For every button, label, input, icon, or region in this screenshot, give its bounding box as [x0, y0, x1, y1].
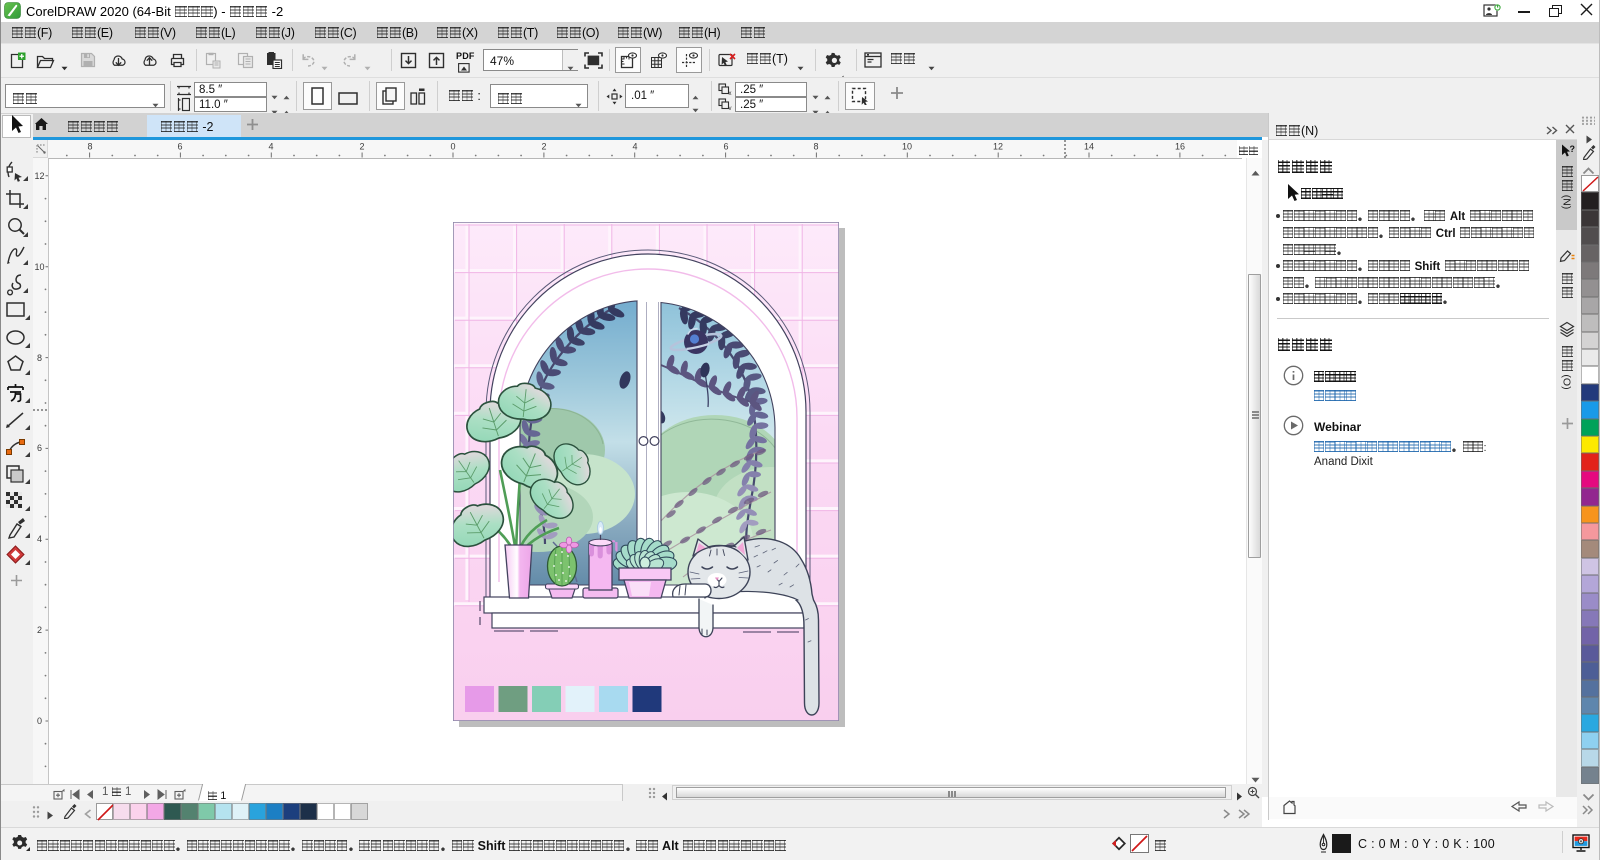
svg-text:x: x	[729, 91, 732, 95]
svg-text:8: 8	[37, 353, 42, 363]
svg-text:6: 6	[177, 142, 182, 152]
svg-text:y: y	[729, 106, 732, 110]
svg-text:12: 12	[34, 171, 44, 181]
svg-text:4: 4	[632, 142, 637, 152]
svg-text:4: 4	[268, 142, 273, 152]
svg-text:16: 16	[1175, 142, 1185, 152]
svg-text:4: 4	[37, 534, 42, 544]
svg-text:?: ?	[1570, 144, 1576, 154]
svg-text:12: 12	[993, 142, 1003, 152]
svg-text:6: 6	[37, 443, 42, 453]
svg-text:8: 8	[813, 142, 818, 152]
svg-text:0: 0	[37, 716, 42, 726]
svg-text:6: 6	[723, 142, 728, 152]
svg-text:2: 2	[359, 142, 364, 152]
svg-text:14: 14	[1084, 142, 1094, 152]
svg-text:8: 8	[87, 142, 92, 152]
svg-text:2: 2	[37, 625, 42, 635]
svg-text:10: 10	[902, 142, 912, 152]
svg-text:10: 10	[34, 262, 44, 272]
svg-text:0: 0	[450, 142, 455, 152]
svg-text:2: 2	[541, 142, 546, 152]
